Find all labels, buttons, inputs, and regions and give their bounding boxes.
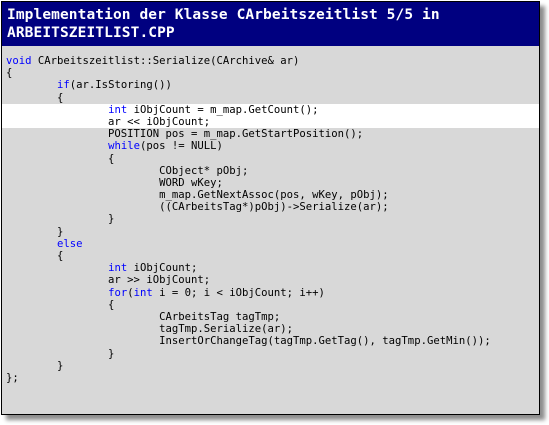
code-text: (ar.IsStoring())	[69, 79, 172, 92]
code-text: WORD wKey;	[6, 176, 223, 189]
code-line: InsertOrChangeTag(tagTmp.GetTag(), tagTm…	[2, 335, 539, 347]
code-text: (pos != NULL)	[139, 140, 223, 153]
code-keyword: void	[6, 55, 32, 67]
code-line: }	[2, 213, 539, 225]
slide-title-line-1: Implementation der Klasse CArbeitszeitli…	[7, 7, 440, 23]
code-line: ((CArbeitsTag*)pObj)->Serialize(ar);	[2, 201, 539, 213]
code-line: WORD wKey;	[2, 177, 539, 189]
code-text: CObject* pObj;	[6, 164, 249, 177]
slide-header: Implementation der Klasse CArbeitszeitli…	[2, 2, 539, 46]
code-keyword: while	[108, 140, 140, 153]
code-line: }	[2, 226, 539, 238]
code-text: CArbeitszeitlist::Serialize(CArchive& ar…	[31, 55, 300, 67]
code-text: ar << iObjCount;	[6, 115, 211, 128]
code-text: {	[6, 298, 115, 311]
code-line: CArbeitsTag tagTmp;	[2, 311, 539, 323]
code-keyword: else	[57, 237, 83, 250]
code-text: {	[6, 250, 64, 262]
code-line: if(ar.IsStoring())	[2, 79, 539, 91]
code-line: tagTmp.Serialize(ar);	[2, 323, 539, 335]
code-text: ((CArbeitsTag*)pObj)->Serialize(ar);	[6, 201, 389, 214]
code-line: int iObjCount = m_map.GetCount();	[2, 103, 539, 116]
code-text: m_map.GetNextAssoc(pos, wKey, pObj);	[6, 189, 389, 202]
code-text: InsertOrChangeTag(tagTmp.GetTag(), tagTm…	[6, 335, 491, 348]
code-listing: void CArbeitszeitlist::Serialize(CArchiv…	[2, 55, 539, 384]
code-line: ar >> iObjCount;	[2, 274, 539, 286]
code-text: ar >> iObjCount;	[6, 274, 211, 287]
code-line: {	[2, 299, 539, 311]
code-line: {	[2, 153, 539, 165]
code-line: for(int i = 0; i < iObjCount; i++)	[2, 287, 539, 299]
code-text: i = 0; i < iObjCount; i++)	[152, 286, 325, 299]
slide-card: Implementation der Klasse CArbeitszeitli…	[1, 1, 540, 415]
slide-title-line-2: ARBEITSZEITLIST.CPP	[7, 25, 175, 41]
code-text: {	[6, 152, 115, 165]
code-line: {	[2, 92, 539, 104]
code-text: tagTmp.Serialize(ar);	[6, 323, 294, 336]
code-line: void CArbeitszeitlist::Serialize(CArchiv…	[2, 55, 539, 67]
code-keyword: int	[108, 262, 128, 275]
code-keyword: for	[108, 286, 128, 299]
code-keyword: int	[108, 103, 128, 116]
code-text: POSITION pos = m_map.GetStartPosition();	[6, 128, 364, 141]
code-line: };	[2, 372, 539, 384]
code-text: }	[6, 359, 64, 372]
code-line: else	[2, 238, 539, 250]
code-line: int iObjCount;	[2, 262, 539, 274]
code-line: m_map.GetNextAssoc(pos, wKey, pObj);	[2, 189, 539, 201]
code-text: {	[6, 91, 64, 104]
code-text: }	[6, 347, 115, 360]
code-text: iObjCount;	[127, 262, 198, 275]
code-text: };	[6, 371, 19, 384]
code-text: iObjCount = m_map.GetCount();	[127, 103, 319, 116]
code-line: POSITION pos = m_map.GetStartPosition();	[2, 128, 539, 140]
code-line: }	[2, 348, 539, 360]
code-line: }	[2, 360, 539, 372]
code-line: {	[2, 250, 539, 262]
code-line: CObject* pObj;	[2, 165, 539, 177]
code-text: }	[6, 213, 115, 226]
code-keyword: if	[57, 79, 70, 92]
code-text: {	[6, 67, 13, 80]
code-text: }	[6, 225, 64, 238]
code-line: while(pos != NULL)	[2, 140, 539, 152]
code-keyword: int	[133, 286, 153, 299]
code-line: ar << iObjCount;	[2, 115, 539, 129]
code-text: CArbeitsTag tagTmp;	[6, 310, 281, 323]
code-line: {	[2, 67, 539, 79]
